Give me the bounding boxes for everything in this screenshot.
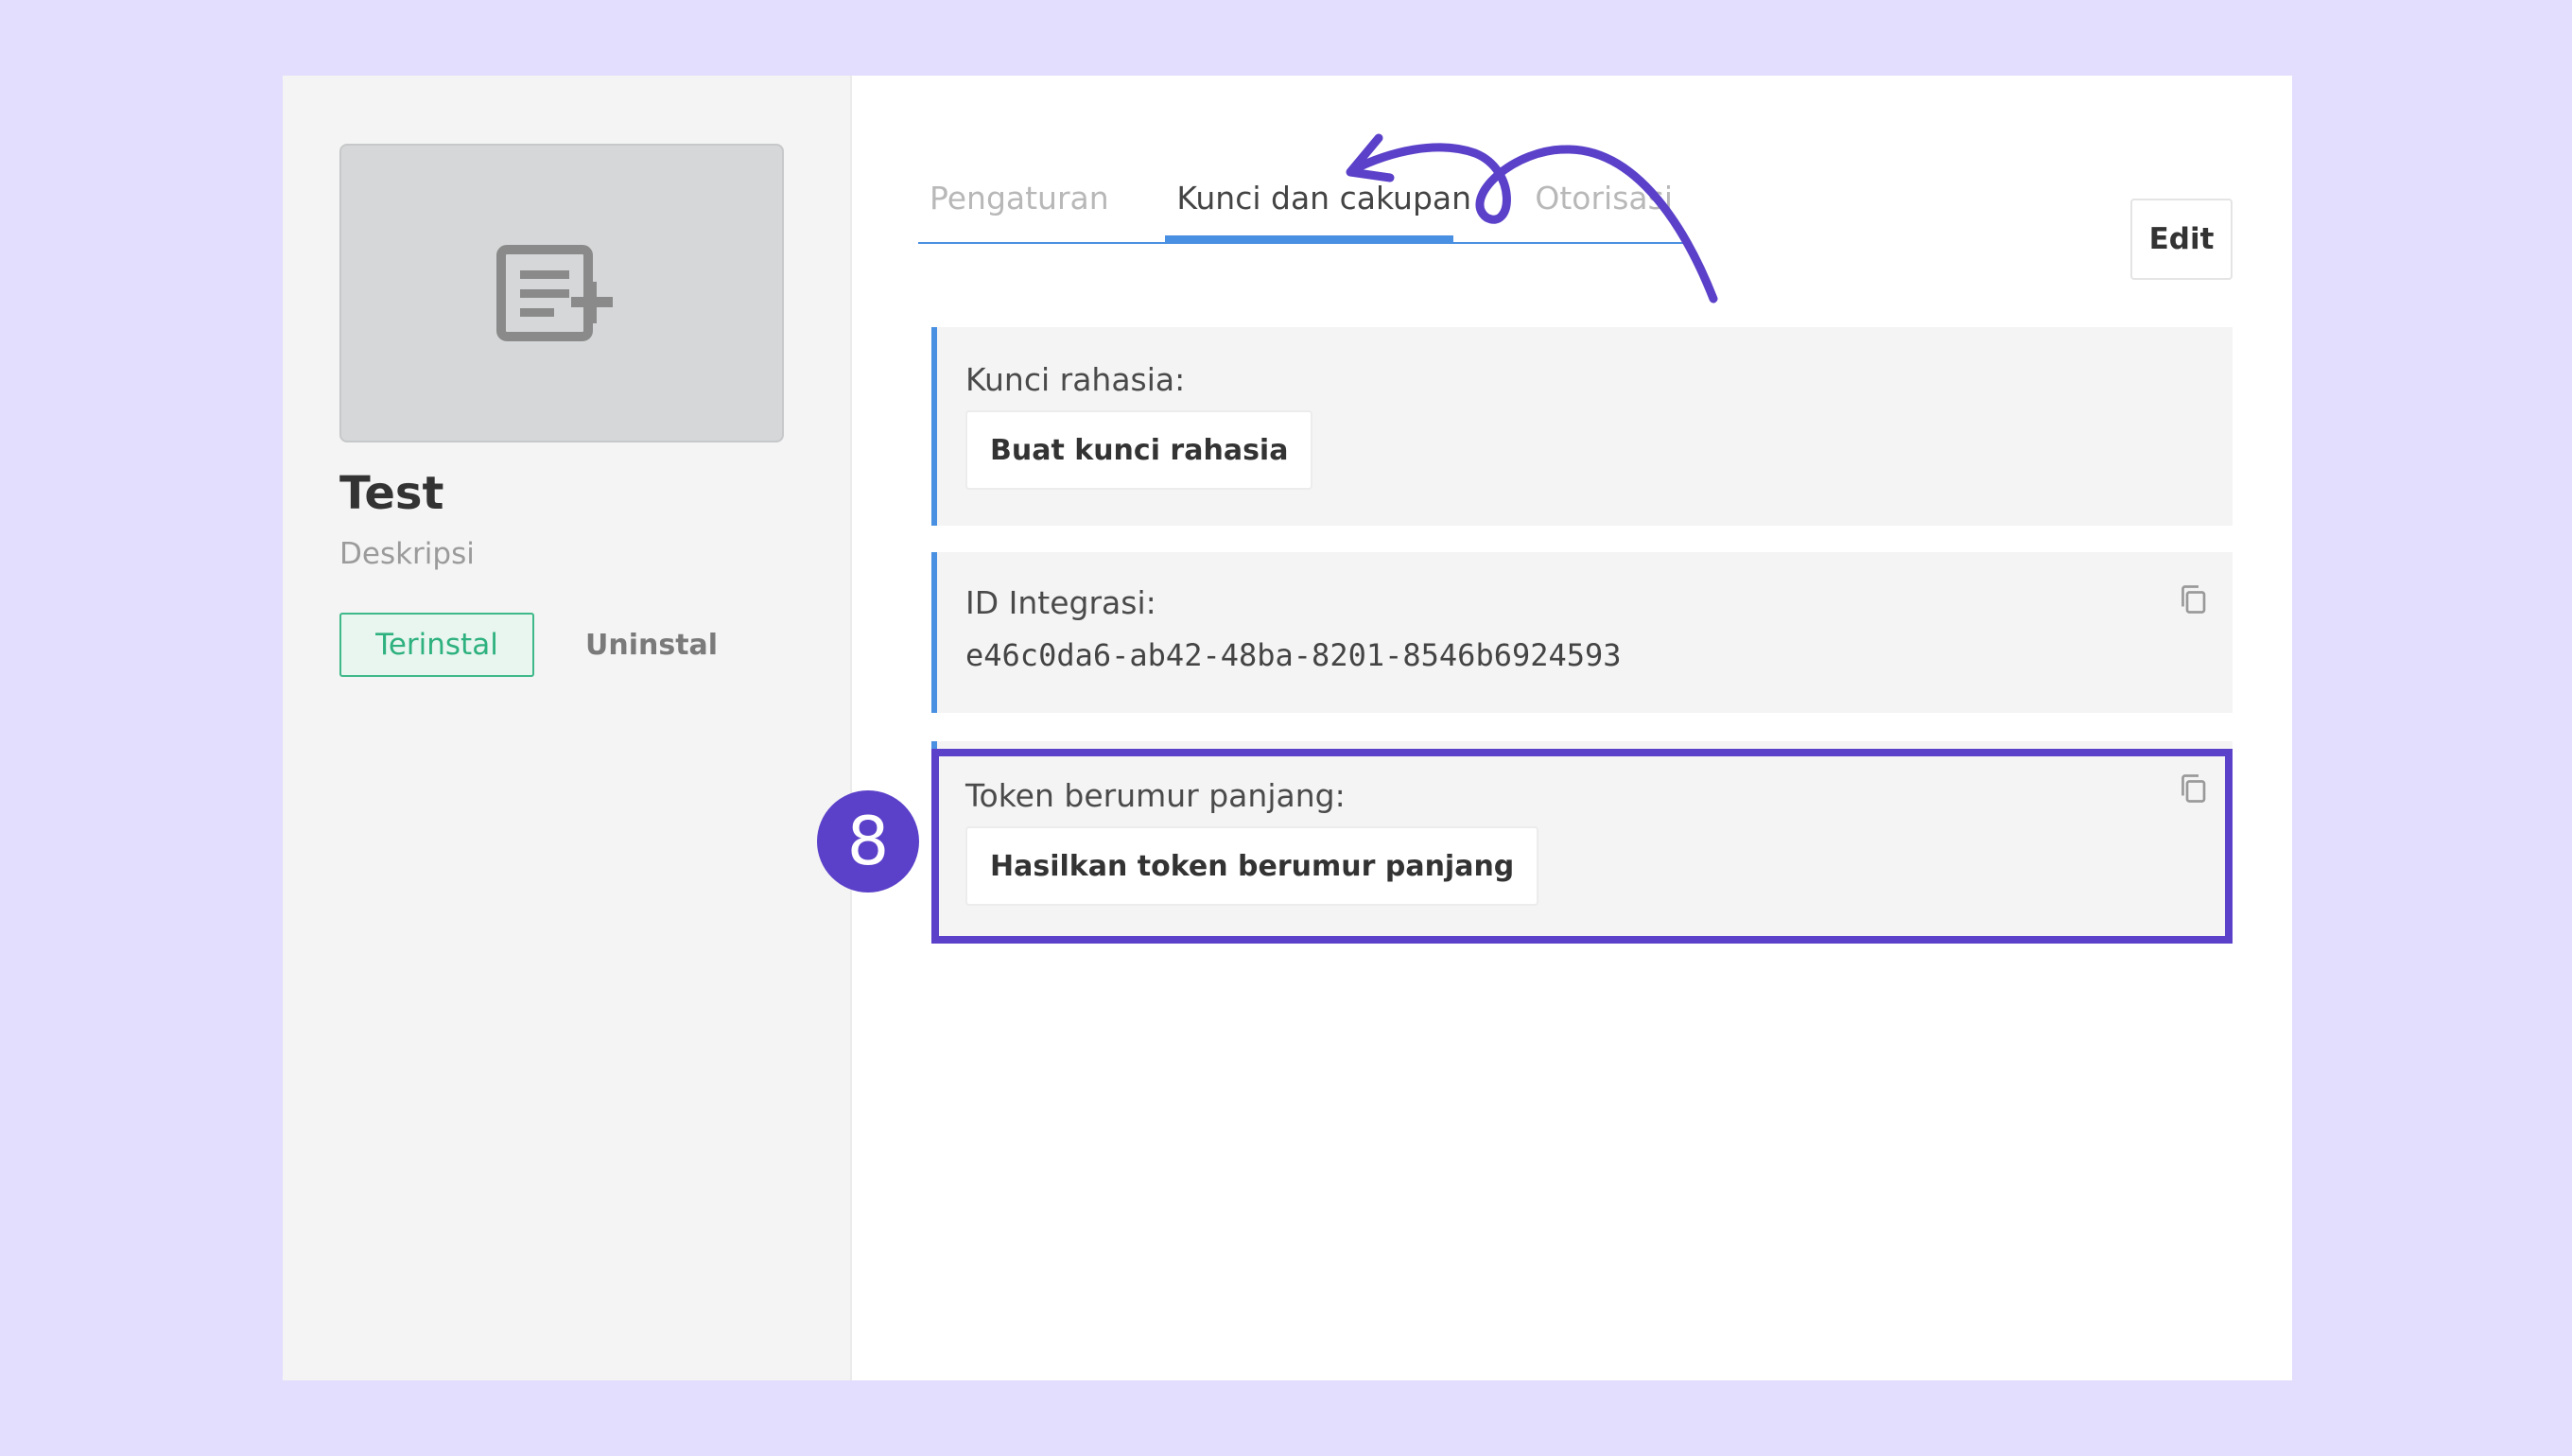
curved-arrow-icon — [1346, 133, 1718, 303]
